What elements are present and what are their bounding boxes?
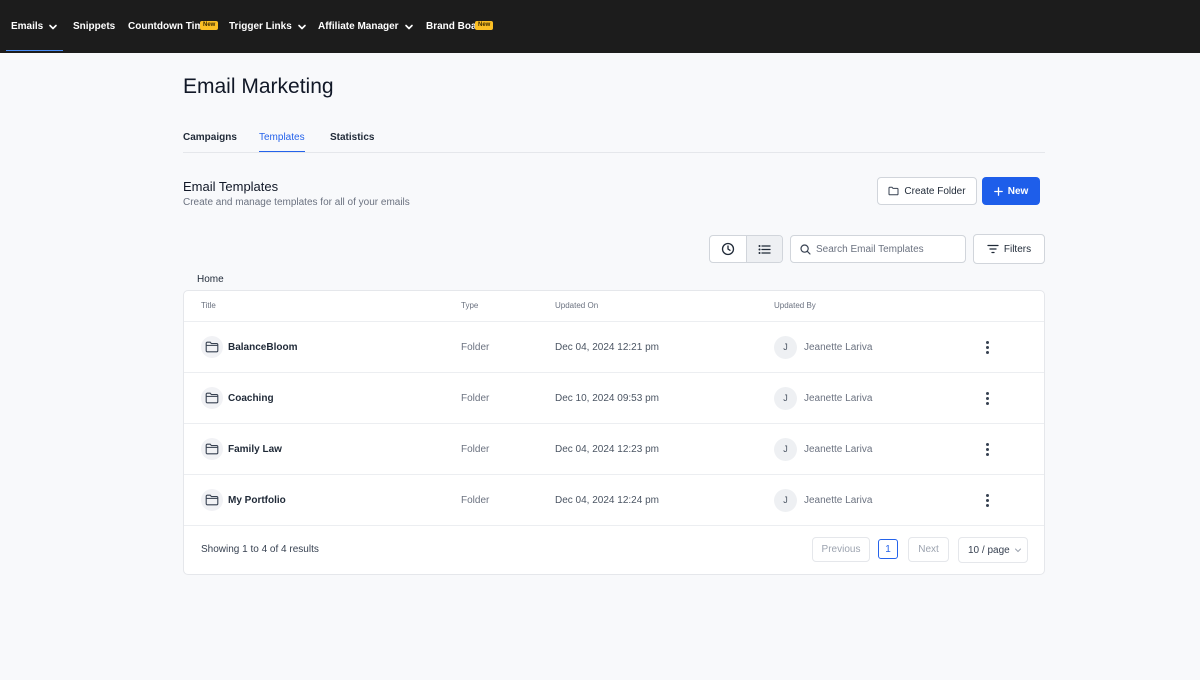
nav-item-trigger-links[interactable]: Trigger Links	[229, 0, 307, 53]
row-actions-button[interactable]	[981, 424, 993, 474]
more-vertical-icon	[981, 490, 993, 510]
avatar: J	[774, 335, 797, 359]
search-input[interactable]	[816, 243, 956, 255]
row-updated-on: Dec 10, 2024 09:53 pm	[555, 392, 659, 404]
updated-by-cell: J Jeanette Lariva	[774, 424, 872, 474]
section-subtitle: Create and manage templates for all of y…	[183, 197, 410, 208]
folder-icon	[201, 387, 223, 409]
page-title: Email Marketing	[183, 75, 334, 98]
row-type: Folder	[461, 443, 490, 455]
row-updated-by: Jeanette Lariva	[804, 494, 873, 506]
table-row[interactable]: Family Law Folder Dec 04, 2024 12:23 pm …	[184, 424, 1044, 475]
tab-campaigns[interactable]: Campaigns	[183, 132, 237, 143]
chevron-down-icon	[297, 24, 306, 29]
row-updated-by: Jeanette Lariva	[804, 443, 873, 455]
row-title[interactable]: BalanceBloom	[228, 342, 297, 353]
create-folder-button[interactable]: Create Folder	[877, 177, 977, 205]
nav-item-label: Trigger Links	[229, 21, 292, 32]
nav-item-label: Emails	[11, 21, 44, 32]
row-updated-on: Dec 04, 2024 12:21 pm	[555, 341, 659, 353]
row-title[interactable]: Family Law	[228, 444, 282, 455]
plus-icon	[993, 186, 1003, 196]
new-button[interactable]: New	[982, 177, 1040, 205]
updated-by-cell: J Jeanette Lariva	[774, 475, 872, 525]
more-vertical-icon	[981, 439, 993, 459]
chevron-down-icon	[49, 24, 58, 29]
row-actions-button[interactable]	[981, 322, 993, 372]
updated-by-cell: J Jeanette Lariva	[774, 373, 872, 423]
nav-item-emails[interactable]: Emails	[5, 0, 64, 53]
row-updated-by: Jeanette Lariva	[804, 392, 873, 404]
column-header-type: Type	[461, 301, 479, 310]
section-title: Email Templates	[183, 179, 279, 194]
avatar: J	[774, 386, 797, 410]
filters-button[interactable]: Filters	[973, 234, 1045, 264]
title-cell: BalanceBloom	[201, 322, 297, 372]
avatar: J	[774, 437, 797, 461]
more-vertical-icon	[981, 337, 993, 357]
list-icon	[758, 244, 771, 254]
row-updated-on: Dec 04, 2024 12:23 pm	[555, 443, 659, 455]
table-row[interactable]: BalanceBloom Folder Dec 04, 2024 12:21 p…	[184, 322, 1044, 373]
tab-statistics[interactable]: Statistics	[330, 132, 374, 143]
folder-icon	[201, 489, 223, 511]
more-vertical-icon	[981, 388, 993, 408]
top-nav: Emails Snippets Countdown Timers New Tri…	[0, 0, 1200, 53]
tab-templates[interactable]: Templates	[259, 132, 305, 152]
updated-by-cell: J Jeanette Lariva	[774, 322, 872, 372]
new-label: New	[1007, 185, 1029, 197]
page-number-button[interactable]: 1	[878, 539, 898, 559]
next-button[interactable]: Next	[908, 537, 949, 562]
page-size-select[interactable]: 10 / page	[958, 537, 1028, 563]
results-summary: Showing 1 to 4 of 4 results	[201, 544, 319, 555]
table-row[interactable]: Coaching Folder Dec 10, 2024 09:53 pm J …	[184, 373, 1044, 424]
nav-item-affiliate-manager[interactable]: Affiliate Manager	[318, 0, 414, 53]
previous-button[interactable]: Previous	[812, 537, 870, 562]
recent-view-button[interactable]	[710, 236, 746, 262]
column-header-updated-on: Updated On	[555, 301, 599, 310]
nav-item-label: Affiliate Manager	[318, 21, 399, 32]
search-box	[790, 235, 966, 263]
row-title[interactable]: Coaching	[228, 393, 274, 404]
tabs-divider	[183, 152, 1045, 153]
row-actions-button[interactable]	[981, 475, 993, 525]
page-size-value: 10 / page	[968, 544, 1010, 556]
row-updated-on: Dec 04, 2024 12:24 pm	[555, 494, 659, 506]
folder-icon	[201, 336, 223, 358]
title-cell: My Portfolio	[201, 475, 286, 525]
chevron-down-icon	[404, 24, 413, 29]
row-type: Folder	[461, 341, 490, 353]
row-title[interactable]: My Portfolio	[228, 495, 286, 506]
search-icon	[800, 243, 811, 255]
filters-label: Filters	[1003, 243, 1032, 255]
row-actions-button[interactable]	[981, 373, 993, 423]
new-badge: New	[200, 21, 219, 30]
nav-item-snippets[interactable]: Snippets	[73, 0, 115, 53]
row-type: Folder	[461, 392, 490, 404]
nav-item-label: Snippets	[73, 21, 116, 32]
folder-icon	[201, 438, 223, 460]
column-header-title: Title	[201, 301, 216, 310]
view-toggle	[709, 235, 783, 263]
folder-icon	[888, 186, 899, 196]
title-cell: Family Law	[201, 424, 282, 474]
new-badge: New	[475, 21, 494, 30]
templates-table: Title Type Updated On Updated By Balance…	[183, 290, 1045, 575]
row-type: Folder	[461, 494, 490, 506]
avatar: J	[774, 488, 797, 512]
table-row[interactable]: My Portfolio Folder Dec 04, 2024 12:24 p…	[184, 475, 1044, 526]
row-updated-by: Jeanette Lariva	[804, 341, 873, 353]
title-cell: Coaching	[201, 373, 274, 423]
create-folder-label: Create Folder	[904, 185, 966, 197]
chevron-down-icon	[1014, 548, 1021, 553]
list-view-button[interactable]	[745, 236, 782, 262]
clock-icon	[721, 242, 734, 256]
column-header-updated-by: Updated By	[774, 301, 816, 310]
filter-icon	[987, 244, 999, 254]
breadcrumb[interactable]: Home	[197, 274, 224, 285]
